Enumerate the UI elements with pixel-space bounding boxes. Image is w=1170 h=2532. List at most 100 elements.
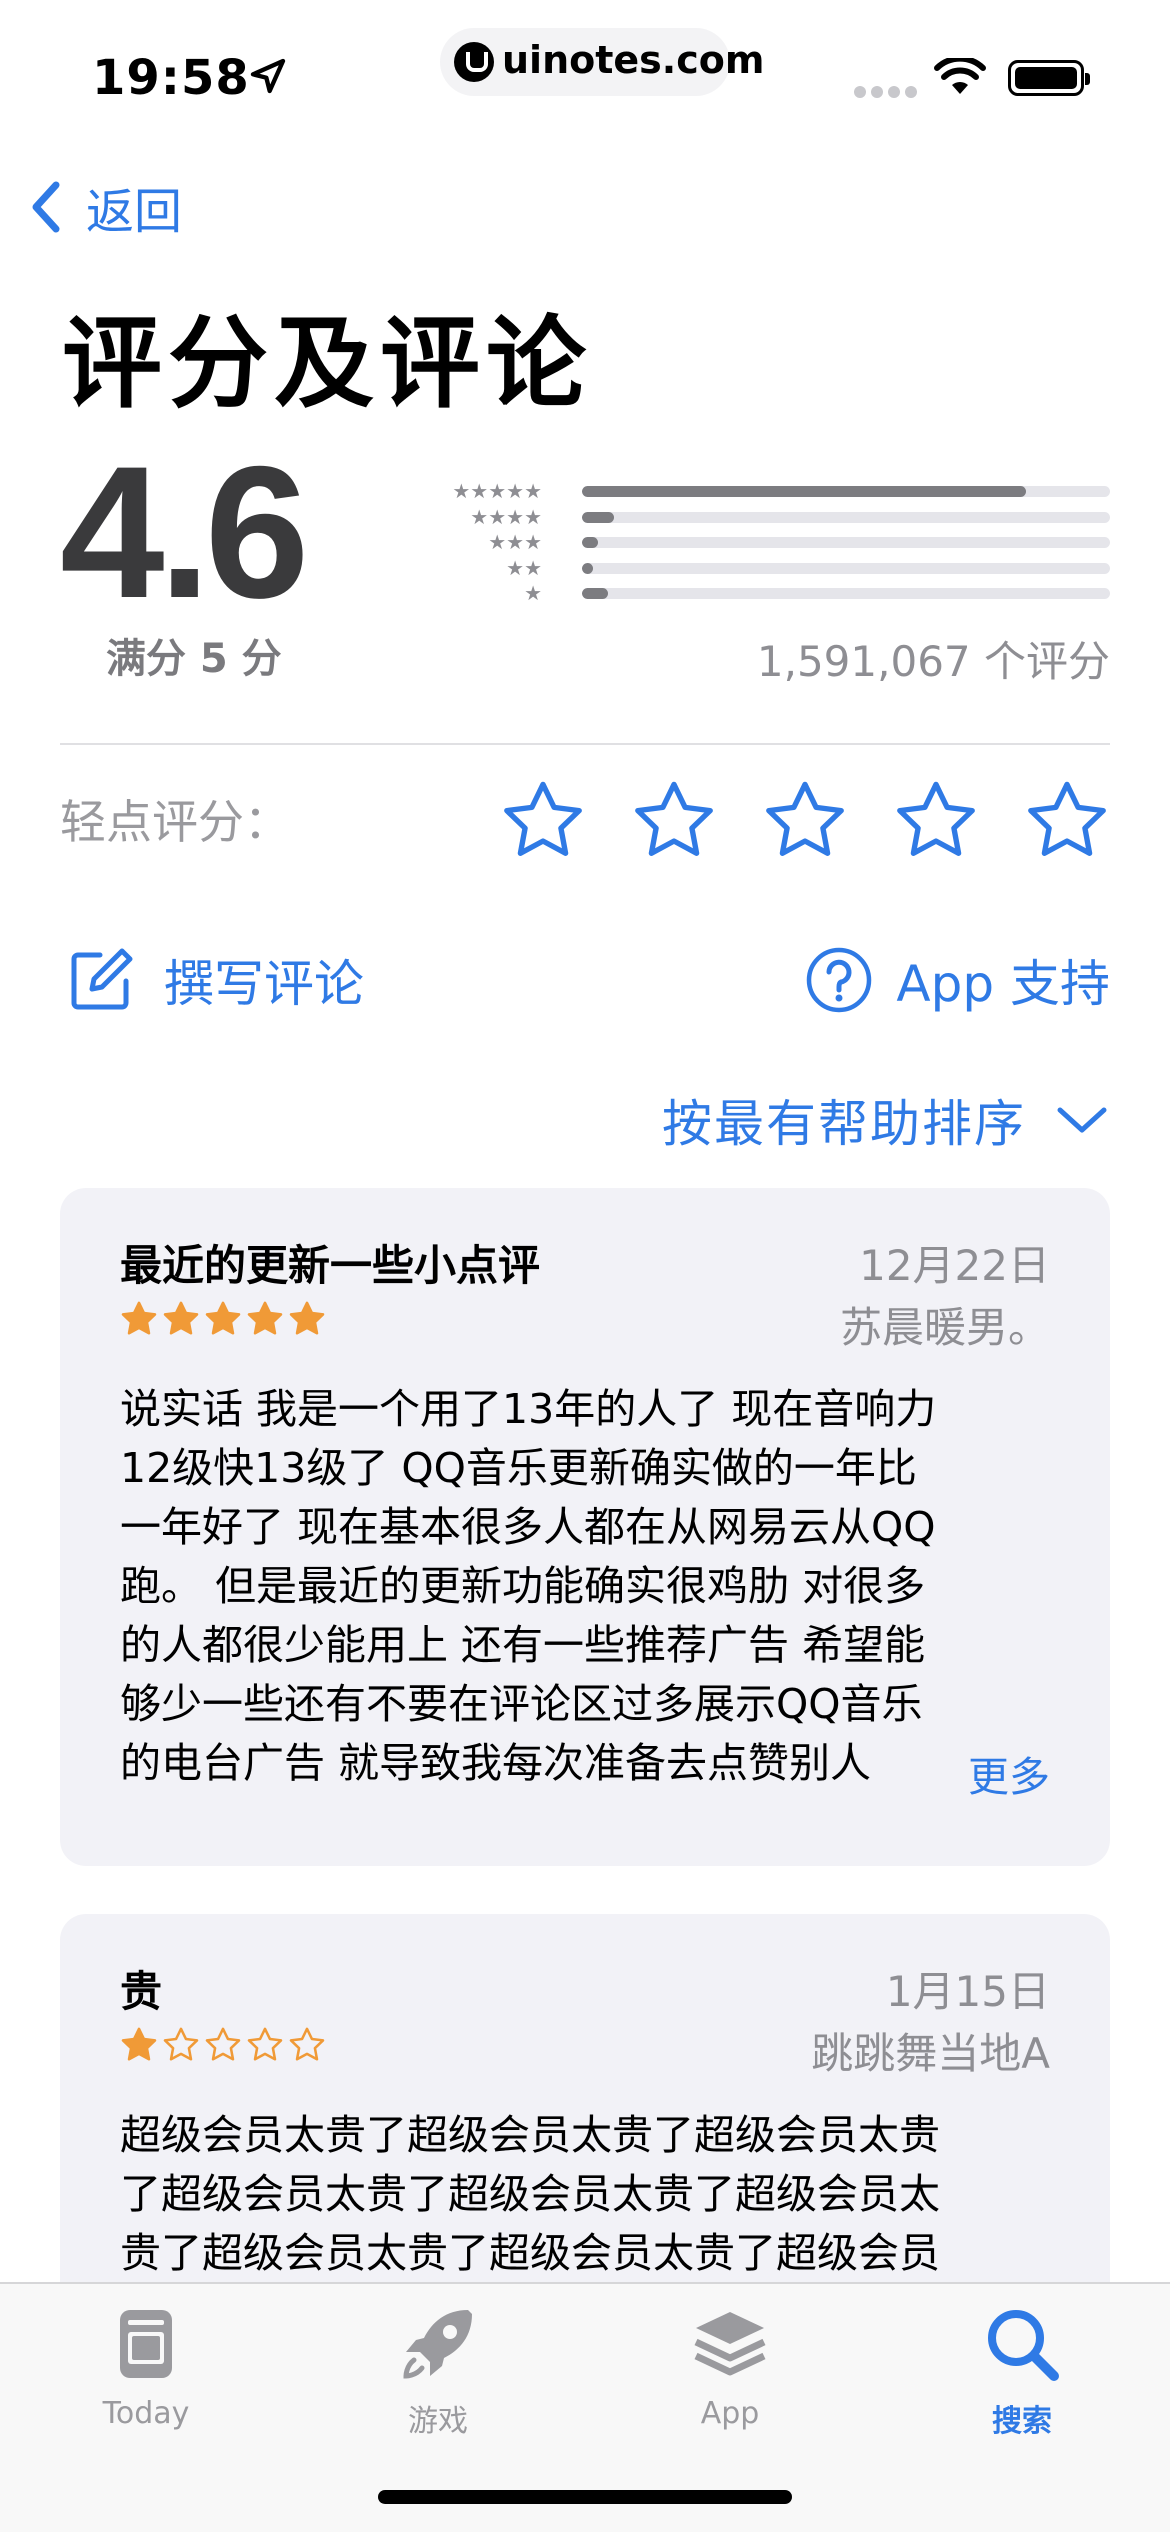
tap-rate-star-icon[interactable] bbox=[893, 778, 979, 864]
histogram-track bbox=[582, 486, 1110, 497]
page-title: 评分及评论 bbox=[62, 305, 592, 422]
histogram-track bbox=[582, 537, 1110, 548]
review-line: 说实话 我是一个用了13年的人了 现在音响力 bbox=[120, 1385, 937, 1433]
review-line: 了超级会员太贵了超级会员太贵了超级会员太 bbox=[120, 2170, 940, 2218]
status-bar: 19:58 uinotes.com bbox=[0, 0, 1170, 150]
more-link[interactable]: 更多 bbox=[900, 1742, 1050, 1803]
tab-games[interactable]: 游戏 bbox=[292, 2284, 584, 2464]
review-rating-stars bbox=[120, 1300, 340, 1340]
back-label: 返回 bbox=[86, 184, 183, 240]
home-indicator bbox=[378, 2490, 792, 2504]
wifi-icon bbox=[934, 58, 986, 94]
rating-out-of: 满分 5 分 bbox=[106, 636, 282, 682]
divider bbox=[60, 743, 1110, 745]
histogram-bar bbox=[582, 588, 609, 599]
star-filled-icon bbox=[247, 1301, 283, 1335]
review-author: 苏晨暖男。 bbox=[839, 1303, 1050, 1352]
star-filled-icon bbox=[121, 2027, 157, 2061]
review-line: 跑。 但是最近的更新功能确实很鸡肋 对很多 bbox=[120, 1562, 926, 1610]
star-filled-icon bbox=[163, 1301, 199, 1335]
battery-icon bbox=[1008, 60, 1090, 96]
review-date: 12月22日 bbox=[859, 1241, 1050, 1290]
histogram-row: ★★★★ bbox=[420, 506, 1110, 528]
cellular-signal-icon bbox=[854, 86, 917, 98]
location-arrow-icon bbox=[250, 58, 286, 94]
app-support-label: App 支持 bbox=[896, 955, 1110, 1013]
uinotes-logo-icon bbox=[454, 42, 494, 82]
histogram-star-label: ★★★ bbox=[488, 530, 542, 554]
tap-rate-star-icon[interactable] bbox=[762, 778, 848, 864]
review-line: 超级会员太贵了超级会员太贵了超级会员太贵 bbox=[120, 2111, 940, 2159]
histogram-star-label: ★ bbox=[524, 581, 542, 605]
chevron-down-icon bbox=[1057, 1107, 1107, 1133]
histogram-bar bbox=[582, 562, 593, 574]
histogram-star-label: ★★★★ bbox=[470, 504, 542, 529]
histogram-track bbox=[582, 562, 1110, 574]
histogram-bar bbox=[582, 537, 598, 548]
histogram-row: ★★★★★ bbox=[420, 480, 1110, 502]
url-text: uinotes.com bbox=[502, 38, 765, 82]
tab-apps[interactable]: App bbox=[584, 2284, 876, 2464]
review-line: 12级快13级了 QQ音乐更新确实做的一年比 bbox=[120, 1444, 917, 1492]
tab-today[interactable]: Today bbox=[0, 2284, 292, 2464]
compose-icon bbox=[71, 948, 133, 1010]
star-empty-icon bbox=[247, 2027, 283, 2061]
star-empty-icon bbox=[289, 2027, 325, 2061]
today-icon bbox=[120, 2310, 172, 2378]
star-filled-icon bbox=[289, 1301, 325, 1335]
total-ratings-count: 1,591,067 个评分 bbox=[756, 637, 1110, 686]
app-support-button[interactable]: App 支持 bbox=[804, 940, 1110, 1020]
apps-stack-icon bbox=[694, 2312, 766, 2376]
review-line: 够少一些还有不要在评论区过多展示QQ音乐 bbox=[120, 1680, 923, 1728]
write-review-button[interactable]: 撰写评论 bbox=[66, 940, 364, 1020]
review-body: 说实话 我是一个用了13年的人了 现在音响力 12级快13级了 QQ音乐更新确实… bbox=[120, 1380, 1050, 1793]
tab-label: App bbox=[700, 2396, 760, 2431]
tab-label: 搜索 bbox=[992, 2404, 1052, 2439]
review-rating-stars bbox=[120, 2026, 340, 2066]
more-label: 更多 bbox=[960, 1742, 1050, 1803]
write-review-label: 撰写评论 bbox=[164, 955, 364, 1013]
url-pill[interactable]: uinotes.com bbox=[440, 28, 764, 96]
review-line: 的人都很少能用上 还有一些推荐广告 希望能 bbox=[120, 1621, 926, 1669]
histogram-star-label: ★★★★★ bbox=[452, 479, 542, 503]
review-line: 的电台广告 就导致我每次准备去点赞别人 bbox=[120, 1739, 872, 1787]
star-filled-icon bbox=[121, 1301, 157, 1335]
sort-dropdown[interactable]: 按最有帮助排序 bbox=[662, 1080, 1110, 1160]
review-line: 贵了超级会员太贵了超级会员太贵了超级会员 bbox=[120, 2229, 940, 2277]
histogram-bar bbox=[582, 511, 614, 523]
tap-to-rate-stars bbox=[500, 778, 1110, 868]
review-author: 跳跳舞当地A bbox=[811, 2029, 1050, 2078]
tap-to-rate-label: 轻点评分： bbox=[60, 795, 290, 849]
question-circle-icon bbox=[807, 947, 872, 1013]
histogram-row: ★ bbox=[420, 582, 1110, 604]
back-button[interactable]: 返回 bbox=[26, 172, 182, 242]
tap-rate-star-icon[interactable] bbox=[500, 778, 586, 864]
chevron-left-icon bbox=[32, 181, 60, 233]
review-body: 超级会员太贵了超级会员太贵了超级会员太贵 了超级会员太贵了超级会员太贵了超级会员… bbox=[120, 2106, 1050, 2283]
tap-rate-star-icon[interactable] bbox=[1024, 778, 1110, 864]
sort-label: 按最有帮助排序 bbox=[662, 1095, 1026, 1153]
histogram-track bbox=[582, 511, 1110, 523]
review-title: 最近的更新一些小点评 bbox=[120, 1241, 541, 1290]
tab-label: 游戏 bbox=[408, 2404, 468, 2439]
review-date: 1月15日 bbox=[885, 1967, 1050, 2016]
histogram-star-label: ★★ bbox=[506, 555, 542, 580]
histogram-row: ★★ bbox=[420, 557, 1110, 579]
review-card[interactable]: 最近的更新一些小点评 12月22日 苏晨暖男。 说实话 我是一个用了13年的人了… bbox=[60, 1188, 1110, 1866]
star-empty-icon bbox=[205, 2027, 241, 2061]
star-filled-icon bbox=[205, 1301, 241, 1335]
app-store-ratings-page: 19:58 uinotes.com 返回 评分及评论 4.6 满分 5 分 ★★… bbox=[0, 0, 1170, 2532]
histogram-row: ★★★ bbox=[420, 531, 1110, 553]
review-title: 贵 bbox=[120, 1967, 163, 2016]
search-icon bbox=[988, 2310, 1059, 2381]
status-time: 19:58 bbox=[92, 50, 250, 106]
star-empty-icon bbox=[163, 2027, 199, 2061]
rocket-icon bbox=[403, 2310, 472, 2379]
histogram-bar bbox=[582, 486, 1026, 497]
rating-histogram: ★★★★★ ★★★★ ★★★ ★★ ★ bbox=[420, 480, 1110, 604]
tab-label: Today bbox=[102, 2396, 190, 2431]
histogram-track bbox=[582, 588, 1110, 599]
average-rating: 4.6 bbox=[60, 427, 309, 637]
tab-search[interactable]: 搜索 bbox=[876, 2284, 1168, 2464]
tap-rate-star-icon[interactable] bbox=[631, 778, 717, 864]
